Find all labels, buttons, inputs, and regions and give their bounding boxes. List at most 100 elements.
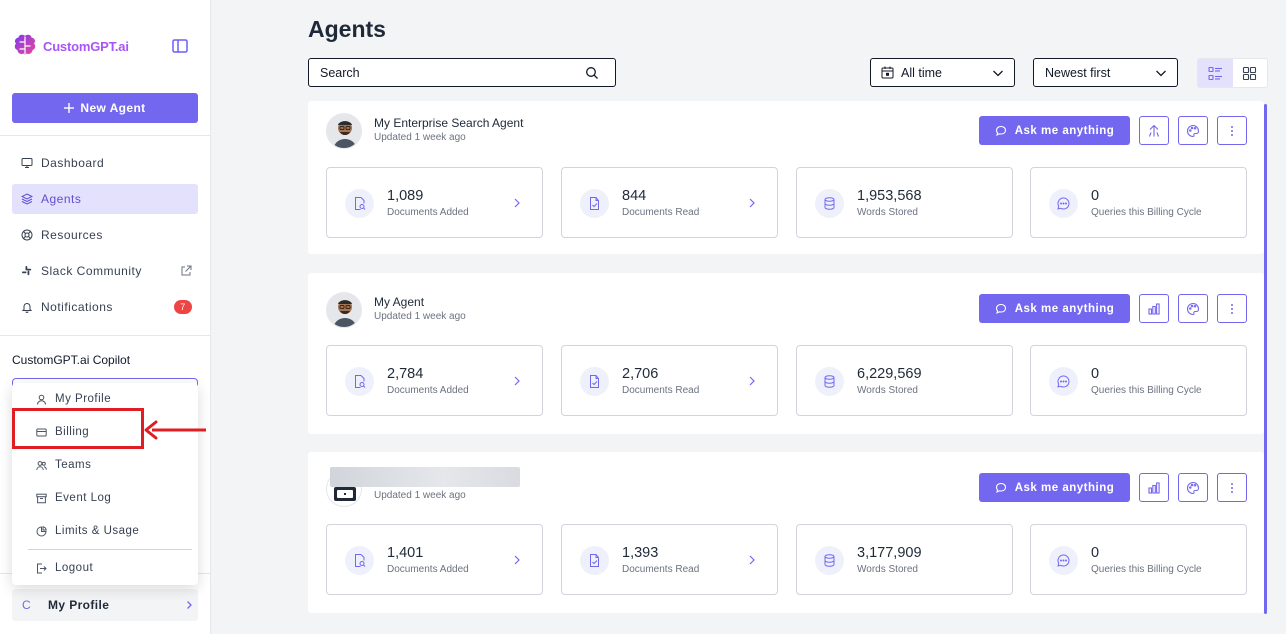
bar-chart-icon (1148, 481, 1160, 494)
stat-icon-wrap (345, 189, 374, 218)
ask-me-anything-button[interactable]: Ask me anything (979, 116, 1130, 145)
palette-icon (1187, 124, 1200, 137)
stat-value: 0 (1091, 366, 1100, 382)
stat-value: 1,393 (622, 545, 659, 561)
menu-item-limits-usage[interactable]: Limits & Usage (12, 517, 198, 545)
ask-button-label: Ask me anything (1014, 302, 1115, 315)
annotation-arrow-icon (144, 420, 206, 440)
ask-button-label: Ask me anything (1014, 481, 1115, 494)
customize-button[interactable] (1178, 116, 1208, 145)
chevron-right-icon (749, 198, 755, 208)
stat-icon-wrap (815, 546, 844, 575)
search-icon[interactable] (585, 66, 599, 80)
sort-select[interactable]: Newest first (1033, 58, 1178, 87)
chat-bubble-icon (995, 303, 1006, 314)
customize-button[interactable] (1178, 294, 1208, 323)
menu-item-label: My Profile (55, 393, 112, 405)
stat-documents-read[interactable]: 2,706 Documents Read (561, 345, 778, 416)
list-view-button[interactable] (1198, 59, 1233, 87)
sidebar-item-notifications[interactable]: Notifications 7 (12, 292, 198, 322)
database-icon (824, 554, 835, 567)
stat-value: 1,401 (387, 545, 424, 561)
external-link-icon (181, 265, 192, 276)
stat-documents-read[interactable]: 844 Documents Read (561, 167, 778, 238)
stat-documents-added[interactable]: 1,401 Documents Added (326, 524, 543, 595)
stat-words-stored: 3,177,909 Words Stored (796, 524, 1013, 595)
search-input[interactable] (320, 65, 570, 80)
stat-value: 6,229,569 (857, 366, 922, 382)
new-agent-button[interactable]: New Agent (12, 93, 198, 123)
chevron-right-icon (514, 198, 520, 208)
person-photo-icon (327, 293, 361, 327)
grid-view-button[interactable] (1233, 59, 1268, 87)
sidebar-item-dashboard[interactable]: Dashboard (12, 148, 198, 178)
menu-item-logout[interactable]: Logout (12, 554, 198, 582)
stat-icon-wrap (1049, 546, 1078, 575)
sidebar-item-label: Resources (41, 228, 103, 242)
archive-icon (36, 493, 47, 503)
message-circle-icon (1057, 554, 1070, 567)
sidebar-item-label: Agents (41, 192, 82, 206)
menu-item-label: Event Log (55, 492, 112, 504)
agent-card: Updated 1 week ago Ask me anything 1,401… (308, 452, 1264, 613)
layers-icon (21, 193, 33, 205)
database-icon (824, 197, 835, 210)
more-options-button[interactable] (1217, 294, 1247, 323)
analytics-button[interactable] (1139, 473, 1169, 502)
profile-button[interactable]: C My Profile (12, 589, 198, 621)
agent-name-redacted (330, 467, 520, 487)
agent-avatar (326, 113, 362, 149)
chevron-right-icon (749, 555, 755, 565)
stat-icon-wrap (580, 189, 609, 218)
sidebar-item-resources[interactable]: Resources (12, 220, 198, 250)
view-toggle (1197, 58, 1268, 88)
annotation-highlight-box (12, 408, 144, 449)
stat-value: 1,089 (387, 188, 424, 204)
ask-me-anything-button[interactable]: Ask me anything (979, 473, 1130, 502)
logo[interactable]: CustomGPT.ai (12, 33, 129, 59)
stat-documents-added[interactable]: 1,089 Documents Added (326, 167, 543, 238)
analytics-button[interactable] (1139, 294, 1169, 323)
avatar: C (22, 598, 31, 612)
sidebar-item-slack-community[interactable]: Slack Community (12, 256, 198, 286)
document-check-icon (590, 375, 599, 388)
chevron-down-icon (993, 70, 1003, 77)
menu-item-label: Teams (55, 459, 92, 471)
monitor-icon (21, 158, 33, 168)
menu-item-teams[interactable]: Teams (12, 451, 198, 479)
deploy-button[interactable] (1139, 116, 1169, 145)
person-photo-icon (327, 114, 361, 148)
stat-documents-added[interactable]: 2,784 Documents Added (326, 345, 543, 416)
agent-card: My Agent Updated 1 week ago Ask me anyth… (308, 273, 1264, 434)
more-options-button[interactable] (1217, 473, 1247, 502)
agent-name[interactable]: My Enterprise Search Agent (374, 116, 523, 130)
stat-documents-read[interactable]: 1,393 Documents Read (561, 524, 778, 595)
date-filter-select[interactable]: All time (870, 58, 1015, 87)
document-search-icon (355, 197, 366, 210)
chevron-right-icon (514, 376, 520, 386)
sidebar-collapse-icon[interactable] (171, 37, 189, 55)
database-icon (824, 375, 835, 388)
ask-me-anything-button[interactable]: Ask me anything (979, 294, 1130, 323)
sidebar-item-agents[interactable]: Agents (12, 184, 198, 214)
new-agent-label: New Agent (80, 101, 146, 115)
chevron-down-icon (1156, 70, 1166, 77)
stat-queries: 0 Queries this Billing Cycle (1030, 345, 1247, 416)
menu-item-event-log[interactable]: Event Log (12, 484, 198, 512)
stat-label: Documents Added (387, 385, 469, 396)
page-title: Agents (308, 16, 386, 42)
plus-icon (64, 103, 75, 113)
chevron-right-icon (749, 376, 755, 386)
agent-name[interactable]: My Agent (374, 295, 424, 309)
more-vertical-icon (1231, 303, 1233, 314)
stat-label: Documents Read (622, 385, 700, 396)
lifebuoy-icon (21, 229, 33, 241)
more-options-button[interactable] (1217, 116, 1247, 145)
stat-value: 0 (1091, 188, 1100, 204)
stat-label: Documents Read (622, 207, 700, 218)
date-filter-value: All time (901, 65, 942, 80)
grid-view-icon (1243, 66, 1257, 80)
sidebar-divider (0, 135, 211, 136)
scrollbar[interactable] (1264, 104, 1267, 614)
customize-button[interactable] (1178, 473, 1208, 502)
